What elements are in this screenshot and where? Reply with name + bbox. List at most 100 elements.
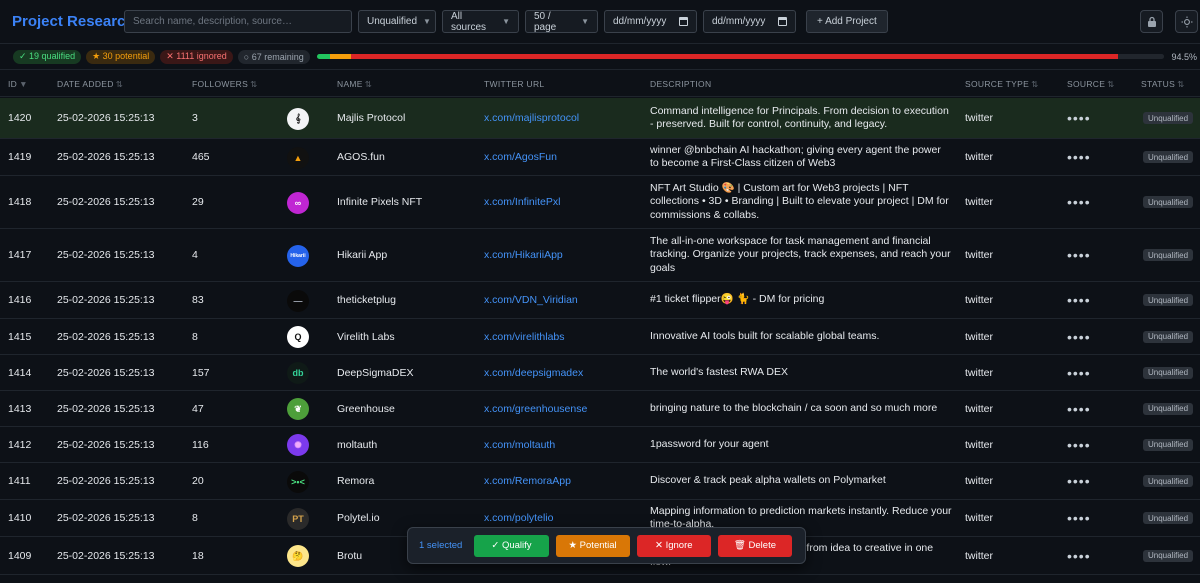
row-followers: 29 bbox=[192, 196, 204, 208]
status-filter-select[interactable]: Unqualified ▼ bbox=[358, 10, 436, 33]
column-header-twitter: TWITTER URL bbox=[484, 79, 544, 89]
status-badge[interactable]: Unqualified bbox=[1143, 196, 1194, 208]
row-date-added: 25-02-2026 15:25:13 bbox=[57, 249, 155, 261]
column-date-label: DATE ADDED bbox=[57, 79, 114, 89]
column-header-source[interactable]: SOURCE ⇅ bbox=[1067, 79, 1115, 90]
sort-icon: ⇅ bbox=[1177, 79, 1185, 89]
more-dots-icon[interactable]: •••• bbox=[1067, 437, 1091, 453]
table-row[interactable]: 1419 25-02-2026 15:25:13 465 AGOS.fun x.com/… bbox=[0, 139, 1200, 176]
avatar: ❦ bbox=[287, 398, 309, 420]
table-row[interactable]: 1418 25-02-2026 15:25:13 29 Infinite Pixels… bbox=[0, 176, 1200, 229]
row-twitter-link[interactable]: x.com/greenhousense bbox=[484, 391, 587, 426]
row-status: Unqualified bbox=[1143, 176, 1194, 228]
status-badge[interactable]: Unqualified bbox=[1143, 366, 1194, 379]
status-badge[interactable]: Unqualified bbox=[1143, 402, 1194, 415]
potential-button[interactable]: ★ Potential bbox=[555, 534, 630, 557]
qualified-count-badge[interactable]: ✓ 19 qualified bbox=[13, 49, 82, 64]
avatar: ▲ bbox=[287, 146, 309, 169]
table-row[interactable]: 1420 25-02-2026 15:25:13 3 Majlis Protocol x… bbox=[0, 98, 1200, 139]
date-from-input[interactable]: dd/mm/yyyy bbox=[604, 10, 697, 33]
row-description: 1password for your agent bbox=[650, 437, 769, 450]
row-twitter-link[interactable]: x.com/majlisprotocol bbox=[484, 98, 579, 138]
delete-button[interactable]: 🗑 Delete bbox=[717, 534, 792, 557]
row-date-added: 25-02-2026 15:25:13 bbox=[57, 330, 155, 343]
row-id: 1415 bbox=[8, 330, 32, 343]
column-header-status[interactable]: STATUS ⇅ bbox=[1141, 79, 1185, 90]
status-badge[interactable]: Unqualified bbox=[1143, 112, 1194, 124]
table-row[interactable]: 1416 25-02-2026 15:25:13 83 theticketplug x.… bbox=[0, 282, 1200, 319]
row-id: 1419 bbox=[8, 151, 32, 163]
remaining-count-badge[interactable]: ○ 67 remaining bbox=[237, 49, 310, 64]
row-followers: 83 bbox=[192, 294, 204, 306]
more-dots-icon[interactable]: •••• bbox=[1067, 329, 1091, 345]
column-header-id[interactable]: ID ▼ bbox=[8, 79, 28, 89]
more-dots-icon[interactable]: •••• bbox=[1067, 247, 1091, 263]
row-twitter-link[interactable]: x.com/InfinitePxl bbox=[484, 176, 560, 228]
column-header-followers[interactable]: FOLLOWERS ⇅ bbox=[192, 79, 258, 90]
more-dots-icon[interactable]: •••• bbox=[1067, 473, 1091, 489]
ignore-button[interactable]: ✕ Ignore bbox=[636, 534, 711, 557]
more-dots-icon[interactable]: •••• bbox=[1067, 194, 1091, 210]
chevron-down-icon: ▼ bbox=[502, 17, 510, 26]
row-twitter-link[interactable]: x.com/deepsigmadex bbox=[484, 355, 583, 390]
more-dots-icon[interactable]: •••• bbox=[1067, 149, 1091, 165]
lock-button[interactable] bbox=[1140, 10, 1163, 33]
status-badge[interactable]: Unqualified bbox=[1143, 438, 1194, 451]
column-source-type-label: SOURCE TYPE bbox=[965, 79, 1030, 89]
row-id: 1418 bbox=[8, 196, 32, 208]
row-date-added: 25-02-2026 15:25:13 bbox=[57, 151, 155, 163]
source-filter-select[interactable]: All sources ▼ bbox=[442, 10, 519, 33]
column-header-source-type[interactable]: SOURCE TYPE ⇅ bbox=[965, 79, 1039, 90]
table-row[interactable]: 1412 25-02-2026 15:25:13 116 moltauth x.com/… bbox=[0, 427, 1200, 463]
more-dots-icon[interactable]: •••• bbox=[1067, 548, 1091, 564]
row-twitter-link[interactable]: x.com/HikariiApp bbox=[484, 229, 563, 281]
row-status: Unqualified bbox=[1143, 319, 1194, 354]
more-dots-icon[interactable]: •••• bbox=[1067, 292, 1091, 308]
more-dots-icon[interactable]: •••• bbox=[1067, 110, 1091, 126]
row-source: •••• bbox=[1067, 463, 1091, 499]
status-badge[interactable]: Unqualified bbox=[1143, 294, 1194, 306]
potential-count-badge[interactable]: ★ 30 potential bbox=[86, 49, 156, 64]
column-header-date[interactable]: DATE ADDED ⇅ bbox=[57, 79, 123, 90]
table-row[interactable]: 1414 25-02-2026 15:25:13 157 DeepSigmaDEX x.… bbox=[0, 355, 1200, 391]
more-dots-icon[interactable]: •••• bbox=[1067, 510, 1091, 526]
table-row[interactable]: 1415 25-02-2026 15:25:13 8 Virelith Labs x.c… bbox=[0, 319, 1200, 355]
row-followers: 116 bbox=[192, 438, 209, 451]
more-dots-icon[interactable]: •••• bbox=[1067, 365, 1091, 381]
row-description: Command intelligence for Principals. Fro… bbox=[650, 104, 949, 131]
theme-toggle-button[interactable] bbox=[1175, 10, 1198, 33]
row-status: Unqualified bbox=[1143, 391, 1194, 426]
row-source-type: twitter bbox=[965, 151, 994, 163]
table-row[interactable]: 1413 25-02-2026 15:25:13 47 Greenhouse x.com… bbox=[0, 391, 1200, 427]
status-badge[interactable]: Unqualified bbox=[1143, 549, 1194, 562]
ignored-count-badge[interactable]: ✕ 1111 ignored bbox=[160, 49, 233, 64]
row-description: The all-in-one workspace for task manage… bbox=[650, 234, 951, 274]
status-badge[interactable]: Unqualified bbox=[1143, 249, 1194, 261]
table-row[interactable]: 1417 25-02-2026 15:25:13 4 Hikarii App x.com… bbox=[0, 229, 1200, 282]
qualify-button[interactable]: ✓ Qualify bbox=[474, 534, 549, 557]
row-source: •••• bbox=[1067, 427, 1091, 462]
search-input[interactable]: Search name, description, source… bbox=[124, 10, 352, 33]
table-row[interactable]: 1411 25-02-2026 15:25:13 20 Remora x.com/Rem… bbox=[0, 463, 1200, 500]
row-twitter-link[interactable]: x.com/AgosFun bbox=[484, 139, 557, 175]
add-project-button[interactable]: + Add Project bbox=[806, 10, 888, 33]
row-status: Unqualified bbox=[1143, 98, 1194, 138]
status-badge[interactable]: Unqualified bbox=[1143, 475, 1194, 487]
page-size-select[interactable]: 50 / page ▼ bbox=[525, 10, 598, 33]
row-id: 1414 bbox=[8, 366, 32, 379]
column-header-name[interactable]: NAME ⇅ bbox=[337, 79, 372, 90]
row-twitter-link[interactable]: x.com/VDN_Viridian bbox=[484, 282, 578, 318]
status-badge[interactable]: Unqualified bbox=[1143, 330, 1194, 343]
row-twitter-link[interactable]: x.com/moltauth bbox=[484, 427, 555, 462]
row-twitter-link[interactable]: x.com/RemoraApp bbox=[484, 463, 571, 499]
status-badge[interactable]: Unqualified bbox=[1143, 151, 1194, 163]
row-id: 1413 bbox=[8, 402, 32, 415]
row-twitter-link[interactable]: x.com/virelithlabs bbox=[484, 319, 565, 354]
avatar: Q bbox=[287, 326, 309, 348]
row-source: •••• bbox=[1067, 282, 1091, 318]
row-id: 1412 bbox=[8, 438, 32, 451]
status-badge[interactable]: Unqualified bbox=[1143, 512, 1194, 524]
row-source: •••• bbox=[1067, 391, 1091, 426]
date-to-input[interactable]: dd/mm/yyyy bbox=[703, 10, 796, 33]
more-dots-icon[interactable]: •••• bbox=[1067, 401, 1091, 417]
